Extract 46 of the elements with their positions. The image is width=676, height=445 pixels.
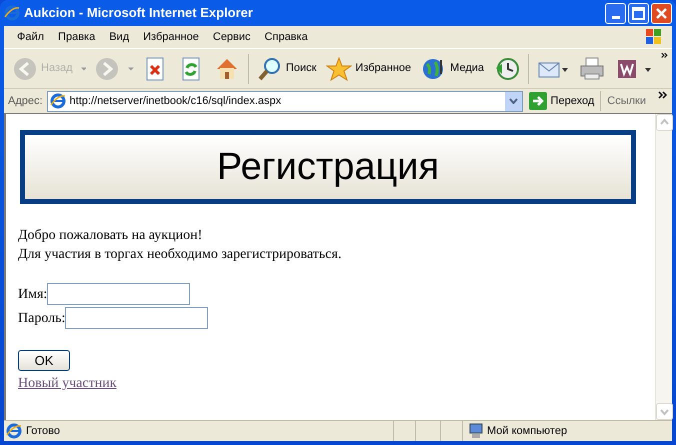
menu-item[interactable]: Вид [104,28,134,46]
media-button[interactable]: Медиа [419,52,486,86]
favorites-button[interactable]: Избранное [324,52,414,86]
caret-icon [508,98,518,104]
maximize-button[interactable] [628,2,649,24]
zone-text: Мой компьютер [487,424,568,439]
close-button[interactable] [651,2,672,24]
chevron-icon[interactable] [658,91,668,101]
magnifier-icon [256,56,283,82]
address-field[interactable]: http://netserver/inetbook/c16/sql/index.aspx [46,90,523,112]
menu-item[interactable]: Файл [12,28,50,46]
arrow-left-icon [12,56,38,82]
maximize-icon [632,6,645,20]
dropdown-arrow-icon[interactable] [128,66,134,72]
input-field[interactable] [47,283,190,305]
new-member-link[interactable]: Новый участник [18,373,116,394]
menu-item[interactable]: Правка [53,28,100,46]
computer-icon [469,423,483,439]
menu-item[interactable]: Сервис [208,28,256,46]
field-label: Имя: [18,286,48,304]
input-field[interactable] [65,307,208,329]
status-text: Готово [26,424,60,439]
dropdown-button[interactable] [504,92,522,110]
menu-item[interactable]: Справка [260,28,313,46]
links-button[interactable]: Ссылки [607,92,646,110]
menu-item[interactable]: Избранное [138,28,204,46]
search-button[interactable]: Поиск [254,52,318,86]
minimize-button[interactable] [605,2,626,24]
window-title: Aukcion - Microsoft Internet Explorer [24,4,253,22]
browser-icon [4,5,20,21]
field-label: Пароль: [18,310,66,328]
close-icon [656,8,667,18]
page-icon [50,93,66,109]
dropdown-arrow-icon[interactable] [80,66,86,72]
address-label: Адрес: [8,94,43,109]
minimize-icon [612,16,620,18]
ok-button[interactable]: OK [18,350,70,371]
banner-title: Регистрация [216,144,440,190]
arrow-right-icon [94,56,120,82]
page-icon [6,423,22,439]
intro-text: Добро пожаловать на аукцион! [18,227,204,245]
intro-text: Для участия в торгах необходимо зарегистрироваться. [18,246,342,264]
star-icon [326,56,352,82]
go-button[interactable]: Переход [526,92,596,110]
arrow-right-icon [528,92,547,110]
printer-icon [578,56,605,82]
